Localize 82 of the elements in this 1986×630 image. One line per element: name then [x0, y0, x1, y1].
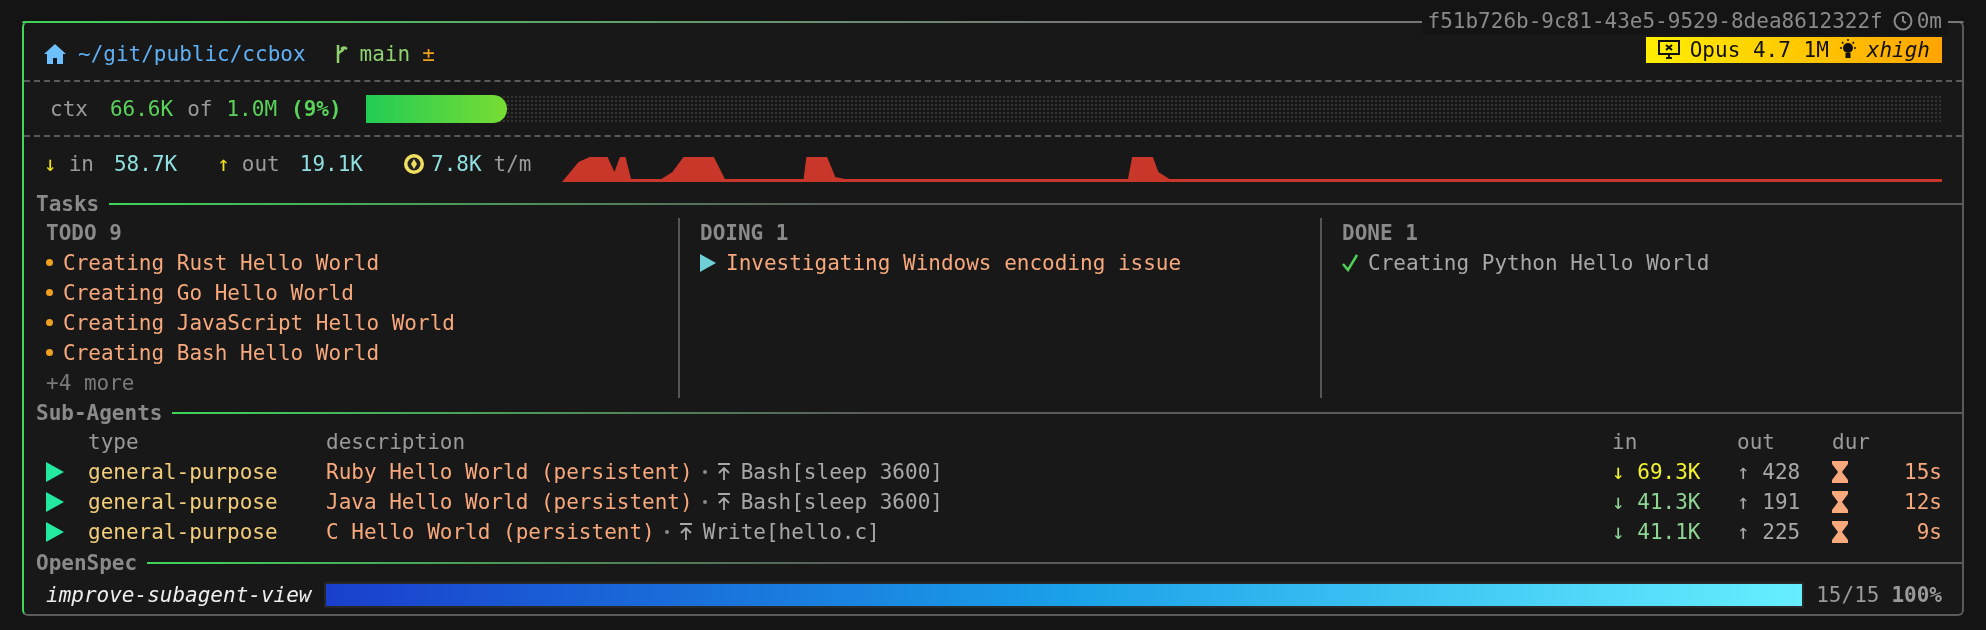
- column-heading: DOING 1: [700, 219, 789, 247]
- agent-type: general-purpose: [88, 459, 278, 487]
- rate-unit: t/m: [493, 151, 532, 176]
- task-item: Creating Bash Hello World: [63, 339, 380, 367]
- section-title: OpenSpec: [36, 550, 138, 575]
- tool-call: Write[hello.c]: [702, 519, 880, 547]
- monitor-icon: [1657, 39, 1680, 60]
- tool-call: Bash[sleep 3600]: [740, 459, 943, 487]
- bullet-icon: [46, 259, 53, 267]
- bullet-icon: [46, 319, 53, 327]
- branch-name: main: [359, 41, 411, 66]
- up-arrow: ↑: [217, 151, 230, 176]
- task-item: Creating Go Hello World: [63, 279, 354, 307]
- column-header: description: [326, 429, 466, 457]
- dirty-mark: ±: [422, 41, 435, 66]
- token-rate: 7.8K: [431, 151, 482, 176]
- separator-dot: [702, 500, 707, 505]
- bullet-icon: [46, 349, 53, 357]
- model-name: Opus 4.7 1M: [1689, 37, 1829, 62]
- input-tokens: ↓ 41.3K: [1612, 489, 1701, 517]
- coin-icon: [403, 152, 425, 175]
- input-tokens: ↓ 41.1K: [1612, 519, 1701, 547]
- bullet-icon: [46, 289, 53, 297]
- progress-count: 15/15: [1816, 583, 1880, 608]
- context-of: of: [187, 96, 213, 121]
- play-icon: [46, 492, 64, 513]
- hourglass-icon: [1832, 521, 1848, 544]
- play-icon: [46, 462, 64, 483]
- upload-icon: [716, 463, 731, 482]
- section-title: Tasks: [36, 191, 100, 216]
- upload-icon: [716, 493, 731, 512]
- hourglass-icon: [1832, 461, 1848, 484]
- column-heading: DONE 1: [1342, 219, 1418, 247]
- column-header: in: [1612, 429, 1638, 457]
- task-item: Creating Rust Hello World: [63, 249, 380, 277]
- separator-dot: [664, 530, 669, 535]
- output-label: out: [241, 151, 280, 176]
- elapsed-time: 0m: [1916, 8, 1942, 35]
- output-tokens: ↑ 191: [1737, 489, 1801, 517]
- separator-dot: [702, 470, 707, 475]
- agent-description: Java Hello World (persistent): [326, 489, 693, 517]
- column-header: dur: [1832, 429, 1870, 457]
- column-header: type: [88, 429, 139, 457]
- task-item: Creating Python Hello World: [1368, 249, 1710, 277]
- context-used: 66.6K: [109, 96, 174, 121]
- more-tasks: +4 more: [46, 369, 135, 397]
- change-name: improve-subagent-view: [46, 583, 312, 608]
- clock-icon: [1892, 11, 1913, 31]
- down-arrow: ↓: [44, 151, 57, 176]
- upload-icon: [678, 523, 693, 542]
- section-title: Sub-Agents: [36, 401, 163, 426]
- output-tokens: 19.1K: [299, 151, 363, 176]
- output-tokens: ↑ 428: [1737, 459, 1801, 487]
- hourglass-icon: [1832, 491, 1848, 514]
- lightbulb-icon: [1838, 38, 1857, 61]
- agent-type: general-purpose: [88, 519, 278, 547]
- session-id: f51b726b-9c81-43e5-9529-8dea8612322f: [1427, 8, 1883, 35]
- play-icon: [46, 522, 64, 543]
- check-icon: [1342, 253, 1358, 272]
- directory-path: ~/git/public/ccbox: [78, 41, 306, 66]
- input-tokens: 58.7K: [113, 151, 178, 176]
- play-icon: [700, 253, 716, 272]
- input-label: in: [68, 151, 94, 176]
- output-tokens: ↑ 225: [1737, 519, 1801, 547]
- tool-call: Bash[sleep 3600]: [740, 489, 943, 517]
- duration: 15s: [1904, 459, 1942, 487]
- context-total: 1.0M: [226, 96, 278, 121]
- duration: 9s: [1916, 519, 1942, 547]
- effort-level: xhigh: [1866, 37, 1930, 62]
- task-item: Investigating Windows encoding issue: [726, 249, 1182, 277]
- progress-percent: 100%: [1891, 583, 1942, 608]
- column-header: out: [1737, 429, 1775, 457]
- task-item: Creating JavaScript Hello World: [63, 309, 455, 337]
- home-icon: [44, 43, 66, 64]
- input-tokens: ↓ 69.3K: [1612, 459, 1701, 487]
- context-percent: (9%): [291, 96, 342, 121]
- agent-description: C Hello World (persistent): [326, 519, 655, 547]
- duration: 12s: [1904, 489, 1942, 517]
- column-heading: TODO 9: [46, 219, 122, 247]
- context-label: ctx: [50, 96, 88, 121]
- agent-description: Ruby Hello World (persistent): [326, 459, 693, 487]
- agent-type: general-purpose: [88, 489, 278, 517]
